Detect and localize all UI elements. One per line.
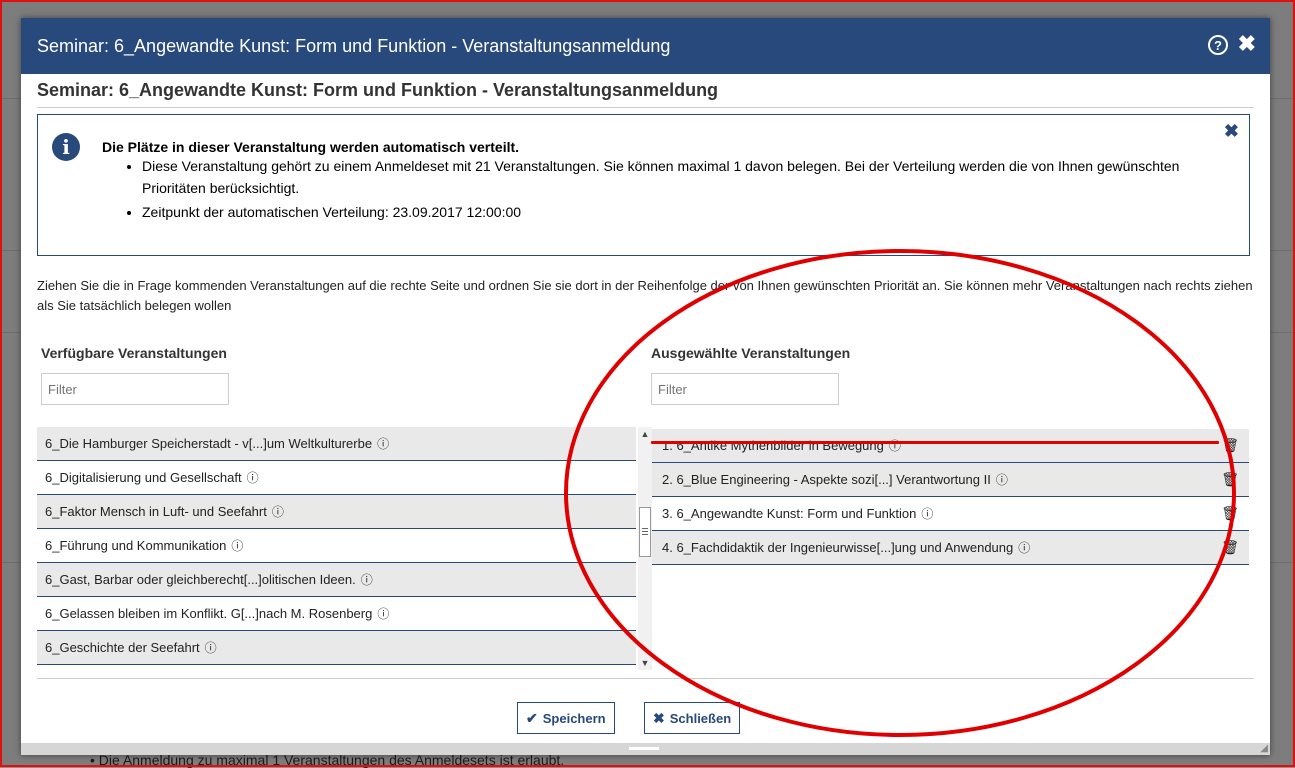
list-item[interactable]: 6_Digitalisierung und Gesellschaft ⓘ [37, 461, 636, 495]
footer-divider [37, 678, 1254, 679]
info-icon[interactable]: ⓘ [377, 605, 389, 622]
course-title: 6_Faktor Mensch in Luft- und Seefahrt [45, 504, 267, 519]
info-bullet: Zeitpunkt der automatischen Verteilung: … [142, 201, 1232, 223]
info-icon[interactable]: ⓘ [205, 639, 217, 656]
info-icon[interactable]: ⓘ [272, 503, 284, 520]
info-icon[interactable]: ⓘ [231, 537, 243, 554]
save-button-label: Speichern [542, 710, 606, 726]
trash-icon[interactable]: 🗑 [1221, 539, 1239, 556]
annotation-underline [651, 441, 1219, 444]
info-box: i ✖ Die Plätze in dieser Veranstaltung w… [37, 114, 1250, 256]
list-item[interactable]: 6_Gast, Barbar oder gleichberecht[...]ol… [37, 563, 636, 597]
course-title: 6_Die Hamburger Speicherstadt - v[...]um… [45, 436, 373, 451]
list-item[interactable]: 6_Führung und Kommunikation ⓘ [37, 529, 636, 563]
available-courses-list: 6_Die Hamburger Speicherstadt - v[...]um… [37, 427, 636, 670]
list-item[interactable]: 6_Die Hamburger Speicherstadt - v[...]um… [37, 427, 636, 461]
close-icon: ✖ [653, 709, 665, 726]
page-title: Seminar: 6_Angewandte Kunst: Form und Fu… [37, 80, 719, 100]
selected-courses-list: 1. 6_Antike Mythenbilder in Bewegung ⓘ 🗑 2… [652, 429, 1249, 565]
resize-corner-icon[interactable]: ◢ [1260, 743, 1268, 754]
scroll-down-icon[interactable]: ▼ [638, 656, 652, 670]
info-icon[interactable]: ⓘ [361, 571, 373, 588]
selected-filter-input[interactable] [651, 373, 839, 405]
heading-divider [37, 107, 1254, 108]
selected-courses-label: Ausgewählte Veranstaltungen [651, 345, 851, 361]
trash-icon[interactable]: 🗑 [1221, 505, 1239, 522]
trash-icon[interactable]: 🗑 [1221, 471, 1239, 488]
scroll-up-icon[interactable]: ▲ [638, 427, 652, 441]
list-item[interactable]: 2. 6_Blue Engineering - Aspekte sozi[...… [652, 463, 1249, 497]
list-item[interactable]: 3. 6_Angewandte Kunst: Form und Funktion… [652, 497, 1249, 531]
course-title: 6_Gast, Barbar oder gleichberecht[...]ol… [45, 572, 356, 587]
info-bullet: Diese Veranstaltung gehört zu einem Anme… [142, 155, 1232, 199]
course-title: 6_Führung und Kommunikation [45, 538, 227, 553]
list-item[interactable]: 4. 6_Fachdidaktik der Ingenieurwisse[...… [652, 531, 1249, 565]
available-filter-input[interactable] [41, 373, 229, 405]
close-icon[interactable]: ✖ [1224, 121, 1239, 142]
info-list: Diese Veranstaltung gehört zu einem Anme… [128, 153, 1232, 225]
close-icon[interactable]: ✖ [1238, 32, 1256, 56]
dialog-titlebar: Seminar: 6_Angewandte Kunst: Form und Fu… [21, 18, 1270, 74]
instructions-text: Ziehen Sie die in Frage kommenden Verans… [37, 278, 1253, 313]
resize-grip-icon[interactable] [629, 747, 659, 750]
list-item[interactable]: 6_Faktor Mensch in Luft- und Seefahrt ⓘ [37, 495, 636, 529]
close-button-label: Schließen [669, 710, 732, 726]
dialog-title: Seminar: 6_Angewandte Kunst: Form und Fu… [37, 35, 671, 56]
trash-icon[interactable]: 🗑 [1221, 437, 1239, 454]
course-title: 6_Digitalisierung und Gesellschaft [45, 470, 242, 485]
info-icon[interactable]: ⓘ [921, 505, 933, 522]
checkmark-icon: ✔ [526, 709, 538, 726]
info-icon[interactable]: ⓘ [377, 435, 389, 452]
list-item[interactable]: 6_Gelassen bleiben im Konflikt. G[...]na… [37, 597, 636, 631]
scrollbar-thumb[interactable] [639, 507, 651, 557]
list-item[interactable]: 1. 6_Antike Mythenbilder in Bewegung ⓘ 🗑 [652, 429, 1249, 463]
save-button[interactable]: ✔ Speichern [517, 702, 615, 734]
info-icon[interactable]: ⓘ [247, 469, 259, 486]
course-title: 6_Geschichte der Seefahrt [45, 640, 200, 655]
list-item[interactable]: 6_Geschichte der Seefahrt ⓘ [37, 631, 636, 665]
course-title: 4. 6_Fachdidaktik der Ingenieurwisse[...… [662, 540, 1014, 555]
dialog-resize-bar[interactable]: ◢ [21, 743, 1270, 755]
course-title: 2. 6_Blue Engineering - Aspekte sozi[...… [662, 472, 991, 487]
info-icon[interactable]: ⓘ [1018, 539, 1030, 556]
course-title: 3. 6_Angewandte Kunst: Form und Funktion [662, 506, 917, 521]
info-icon: i [52, 133, 80, 161]
info-icon[interactable]: ⓘ [996, 471, 1008, 488]
info-icon[interactable]: ⓘ [889, 437, 901, 454]
help-icon[interactable]: ? [1208, 35, 1228, 55]
close-button[interactable]: ✖ Schließen [644, 702, 741, 734]
course-title: 6_Gelassen bleiben im Konflikt. G[...]na… [45, 606, 373, 621]
available-list-scrollbar[interactable]: ▲ ▼ [638, 427, 652, 670]
registration-dialog: Seminar: 6_Angewandte Kunst: Form und Fu… [21, 18, 1270, 755]
available-courses-label: Verfügbare Veranstaltungen [41, 345, 227, 361]
